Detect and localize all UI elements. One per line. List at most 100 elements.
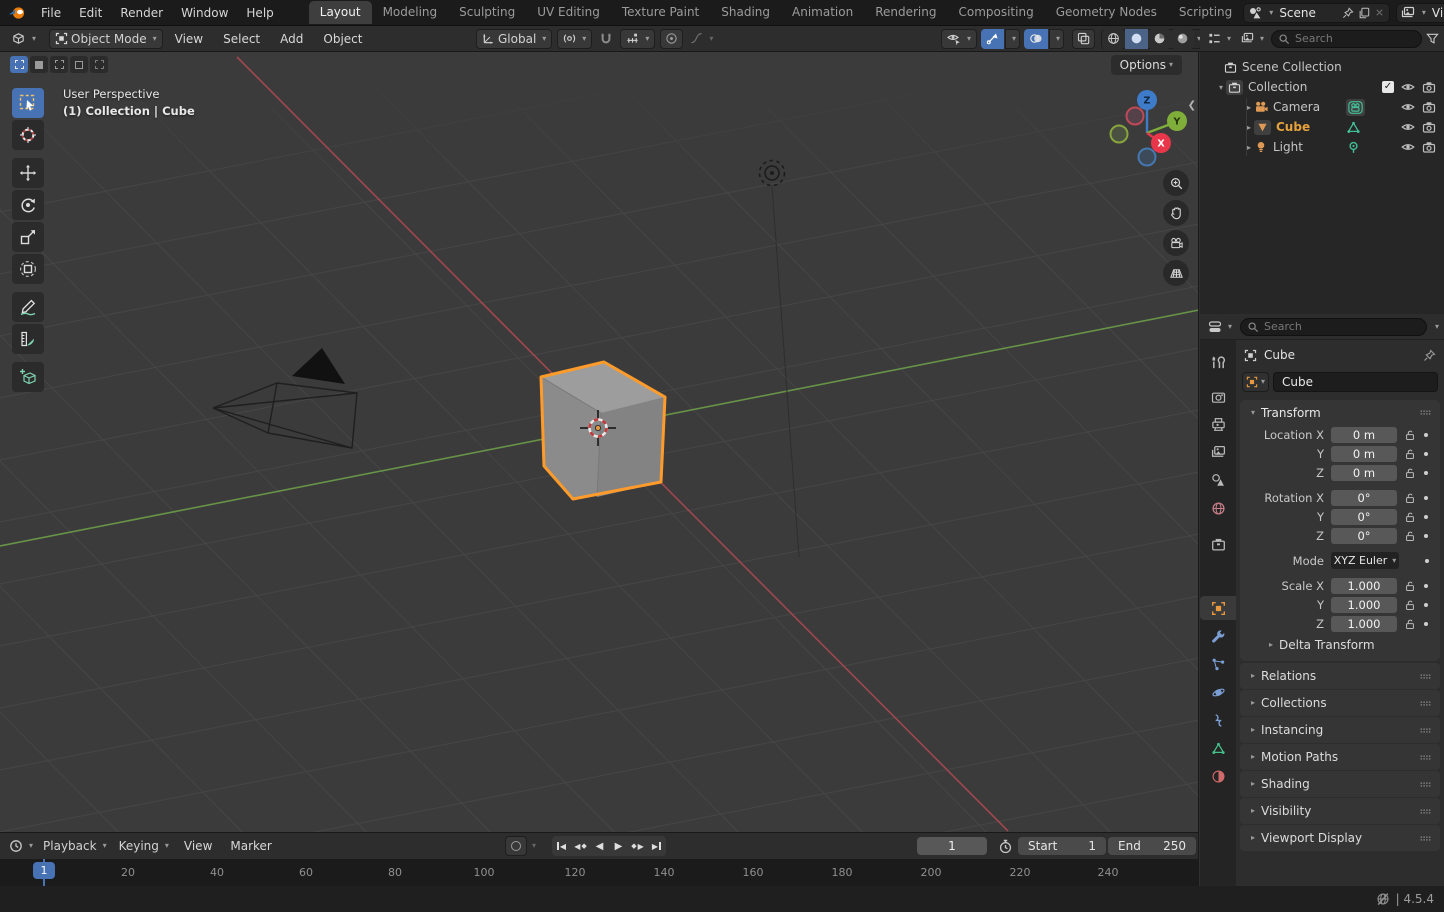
playback-menu[interactable]: Playback ▾ (38, 836, 112, 856)
mode-dropdown[interactable]: Object Mode ▾ (49, 28, 163, 49)
ortho-toggle-button[interactable] (1163, 260, 1189, 286)
breadcrumb-object[interactable]: Cube (1264, 348, 1295, 362)
sidebar-collapse-arrow[interactable]: ❮ (1188, 100, 1196, 111)
menu-select[interactable]: Select (215, 32, 268, 46)
gizmo-neg-x[interactable] (1125, 106, 1145, 126)
tool-cursor[interactable] (12, 120, 44, 150)
tab-physics[interactable] (1200, 680, 1236, 704)
timeline-ruler[interactable]: 1 20 40 60 80 100 120 140 160 180 200 22… (0, 859, 1199, 887)
tab-object[interactable] (1200, 596, 1236, 620)
tool-annotate[interactable] (12, 292, 44, 322)
light-object[interactable] (758, 159, 800, 558)
tab-texture-paint[interactable]: Texture Paint (611, 1, 710, 24)
lock-icon[interactable] (1404, 429, 1416, 441)
lock-icon[interactable] (1404, 580, 1416, 592)
animate-dot[interactable] (1424, 602, 1428, 607)
tool-add-cube[interactable] (12, 362, 44, 392)
gizmos-dropdown[interactable]: ▾ (1005, 28, 1021, 49)
tab-geometry-nodes[interactable]: Geometry Nodes (1045, 1, 1168, 24)
auto-keying-toggle[interactable] (505, 836, 527, 856)
select-mode-subtract[interactable] (50, 56, 68, 73)
tool-measure[interactable] (12, 324, 44, 354)
tool-move[interactable] (12, 158, 44, 188)
cube-object[interactable] (539, 360, 667, 501)
motion-paths-panel[interactable]: ▸ Motion Paths (1240, 744, 1440, 770)
tool-transform[interactable] (12, 254, 44, 284)
render-visibility-icon[interactable] (1422, 140, 1436, 154)
viewport-display-panel[interactable]: ▸ Viewport Display (1240, 825, 1440, 851)
render-visibility-icon[interactable] (1422, 80, 1436, 94)
outliner-row-scene-collection[interactable]: Scene Collection (1200, 57, 1444, 77)
camera-view-button[interactable] (1163, 230, 1189, 256)
properties-options-dropdown[interactable]: ▾ (1435, 322, 1439, 331)
menu-edit[interactable]: Edit (70, 6, 111, 20)
menu-view[interactable]: View (167, 32, 211, 46)
pin-icon[interactable] (1423, 349, 1436, 362)
select-mode-extend[interactable] (30, 56, 48, 73)
visibility-panel[interactable]: ▸ Visibility (1240, 798, 1440, 824)
editor-type-button[interactable]: ▾ (6, 28, 42, 49)
animate-dot[interactable] (1425, 558, 1429, 563)
zoom-button[interactable] (1163, 170, 1189, 196)
tab-animation[interactable]: Animation (781, 1, 864, 24)
scene-name[interactable]: Scene (1277, 6, 1338, 20)
shading-solid-button[interactable] (1125, 28, 1149, 49)
tab-layout[interactable]: Layout (308, 1, 372, 24)
current-frame-field[interactable]: 1 (917, 837, 987, 855)
menu-file[interactable]: File (32, 6, 70, 20)
pivot-point-dropdown[interactable]: ▾ (557, 28, 593, 49)
menu-render[interactable]: Render (111, 6, 172, 20)
tab-material[interactable] (1200, 764, 1236, 788)
drag-grip-icon[interactable] (1419, 778, 1432, 791)
previous-keyframe-button[interactable]: ◀ ◆ (571, 836, 590, 856)
render-visibility-icon[interactable] (1422, 100, 1436, 114)
properties-editor-type-button[interactable]: ▾ (1205, 316, 1236, 337)
tool-rotate[interactable] (12, 190, 44, 220)
animate-dot[interactable] (1424, 533, 1428, 538)
stopwatch-icon[interactable] (998, 839, 1013, 854)
expand-icon[interactable]: ▸ (1244, 143, 1254, 152)
menu-help[interactable]: Help (237, 6, 282, 20)
frame-start-field[interactable]: Start 1 (1018, 837, 1106, 855)
properties-search-input[interactable] (1264, 320, 1420, 333)
tab-scripting[interactable]: Scripting (1168, 1, 1243, 24)
camera-object[interactable] (212, 348, 358, 449)
drag-grip-icon[interactable] (1419, 805, 1432, 818)
drag-grip-icon[interactable] (1419, 406, 1432, 419)
tab-sculpting[interactable]: Sculpting (448, 1, 526, 24)
location-x-field[interactable]: 0 m (1331, 426, 1397, 443)
lock-icon[interactable] (1404, 511, 1416, 523)
select-mode-intersect[interactable] (90, 56, 108, 73)
frame-end-field[interactable]: End 250 (1108, 837, 1196, 855)
gizmo-neg-y[interactable] (1109, 124, 1129, 144)
tool-scale[interactable] (12, 222, 44, 252)
tab-shading[interactable]: Shading (710, 1, 781, 24)
menu-add[interactable]: Add (272, 32, 311, 46)
outliner-display-mode-button[interactable]: ▾ (1238, 28, 1268, 49)
shading-material-button[interactable] (1148, 28, 1172, 49)
playhead[interactable]: 1 (33, 862, 55, 879)
outliner-row-cube[interactable]: ▸ Cube (1200, 117, 1444, 137)
shading-wireframe-button[interactable] (1102, 28, 1126, 49)
render-visibility-icon[interactable] (1422, 120, 1436, 134)
tab-world[interactable] (1200, 496, 1236, 520)
drag-grip-icon[interactable] (1419, 697, 1432, 710)
tab-uv-editing[interactable]: UV Editing (526, 1, 611, 24)
lock-icon[interactable] (1404, 492, 1416, 504)
overlays-toggle[interactable] (1024, 28, 1049, 49)
viewlayer-selector[interactable]: ▾ ViewLayer (1395, 2, 1444, 23)
pan-button[interactable] (1163, 200, 1189, 226)
menu-window[interactable]: Window (172, 6, 237, 20)
tab-tool[interactable] (1200, 350, 1236, 374)
shading-rendered-button[interactable] (1171, 28, 1195, 49)
hide-eye-icon[interactable] (1401, 140, 1415, 154)
scale-x-field[interactable]: 1.000 (1331, 577, 1397, 594)
delta-transform-subpanel[interactable]: ▸ Delta Transform (1240, 633, 1440, 657)
view-menu[interactable]: View (176, 839, 220, 853)
object-id-dropdown[interactable]: ▾ (1242, 372, 1270, 392)
lock-icon[interactable] (1404, 448, 1416, 460)
scale-z-field[interactable]: 1.000 (1331, 615, 1397, 632)
options-button[interactable]: Options ▾ (1110, 55, 1182, 75)
scale-y-field[interactable]: 1.000 (1331, 596, 1397, 613)
object-visibility-dropdown[interactable]: ▾ (941, 28, 978, 49)
